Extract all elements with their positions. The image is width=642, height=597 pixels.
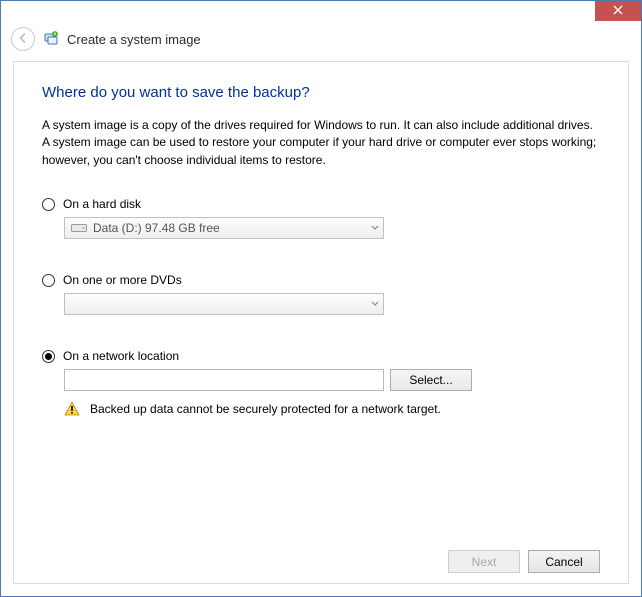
- back-arrow-icon: [17, 32, 29, 47]
- chevron-down-icon: [371, 299, 379, 310]
- close-icon: [613, 5, 623, 17]
- label-hard-disk: On a hard disk: [63, 197, 141, 211]
- close-button[interactable]: [595, 1, 641, 21]
- label-network: On a network location: [63, 349, 179, 363]
- radio-dvd[interactable]: [42, 274, 55, 287]
- titlebar: [1, 1, 641, 25]
- chevron-down-icon: [371, 223, 379, 234]
- radio-network[interactable]: [42, 350, 55, 363]
- dropdown-dvd[interactable]: [64, 293, 384, 315]
- option-network: On a network location Select... Backed u…: [42, 349, 600, 417]
- radio-hard-disk[interactable]: [42, 198, 55, 211]
- page-question: Where do you want to save the backup?: [42, 84, 600, 101]
- network-warning-row: Backed up data cannot be securely protec…: [64, 401, 600, 417]
- dropdown-hard-disk[interactable]: Data (D:) 97.48 GB free: [64, 217, 384, 239]
- wizard-footer: Next Cancel: [42, 544, 600, 573]
- option-hard-disk: On a hard disk Data (D:) 97.48 GB free: [42, 197, 600, 239]
- option-dvd: On one or more DVDs: [42, 273, 600, 315]
- dropdown-hard-disk-value: Data (D:) 97.48 GB free: [93, 221, 220, 235]
- wizard-body: Where do you want to save the backup? A …: [13, 61, 629, 584]
- back-button[interactable]: [11, 27, 35, 51]
- header: Create a system image: [1, 25, 641, 61]
- network-path-input[interactable]: [64, 369, 384, 391]
- wizard-window: Create a system image Where do you want …: [0, 0, 642, 597]
- warning-icon: [64, 401, 80, 417]
- select-network-button[interactable]: Select...: [390, 369, 472, 391]
- network-warning-text: Backed up data cannot be securely protec…: [90, 402, 441, 416]
- next-button[interactable]: Next: [448, 550, 520, 573]
- page-description: A system image is a copy of the drives r…: [42, 117, 600, 169]
- cancel-button[interactable]: Cancel: [528, 550, 600, 573]
- system-image-icon: [43, 31, 59, 47]
- hard-disk-icon: [71, 222, 87, 234]
- label-dvd: On one or more DVDs: [63, 273, 182, 287]
- header-title: Create a system image: [67, 32, 201, 47]
